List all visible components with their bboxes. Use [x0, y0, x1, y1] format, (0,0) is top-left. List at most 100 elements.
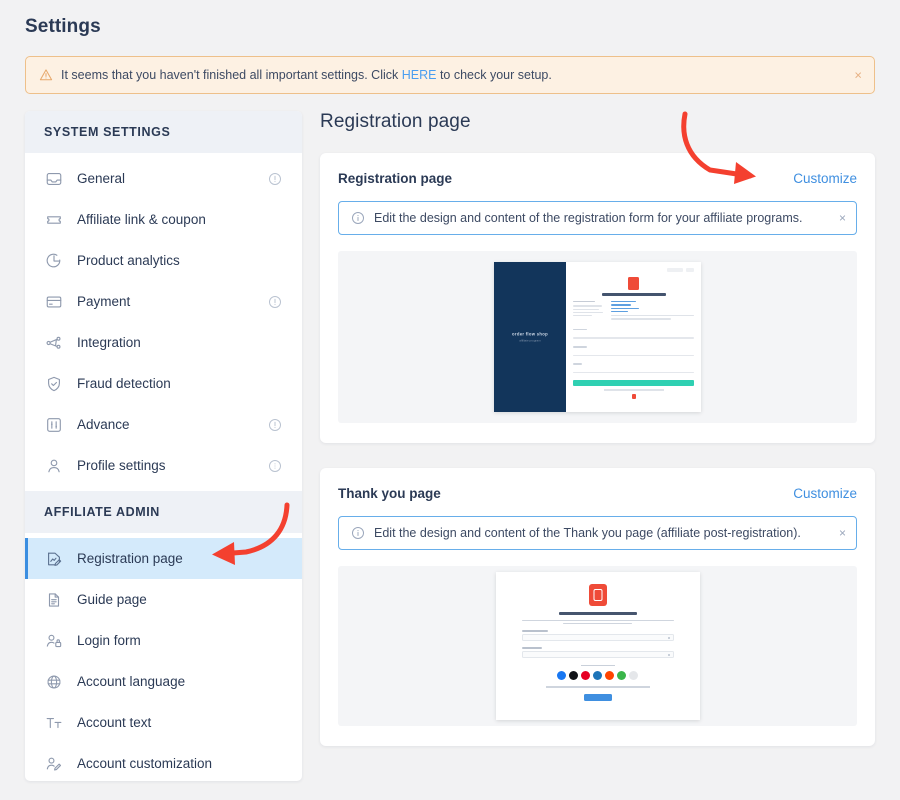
- sidebar-item-advance[interactable]: Advance: [25, 404, 302, 445]
- main-title: Registration page: [320, 111, 471, 132]
- close-icon[interactable]: ×: [839, 212, 846, 224]
- user-lock-icon: [44, 631, 63, 650]
- sidebar-item-label: Payment: [77, 294, 131, 309]
- card-title: Registration page: [338, 171, 453, 186]
- preview-submit-button: [573, 380, 694, 387]
- thank-you-page-card: Thank you page Customize Edit the design…: [320, 468, 875, 746]
- card-header: Registration page Customize: [338, 171, 857, 186]
- alert-here-link[interactable]: HERE: [402, 68, 437, 82]
- sidebar-item-profile-settings[interactable]: Profile settings: [25, 445, 302, 486]
- warning-triangle-icon: [39, 68, 53, 82]
- info-circle-icon[interactable]: [268, 418, 282, 432]
- pie-chart-icon: [44, 251, 63, 270]
- sidebar-item-label: Guide page: [77, 592, 147, 607]
- sidebar-item-general[interactable]: General: [25, 158, 302, 199]
- registration-preview-image: order flow shop affiliate program: [494, 262, 701, 412]
- sidebar-item-payment[interactable]: Payment: [25, 281, 302, 322]
- sidebar-item-integration[interactable]: Integration: [25, 322, 302, 363]
- incomplete-settings-alert: It seems that you haven't finished all i…: [25, 56, 875, 94]
- registration-page-card: Registration page Customize Edit the des…: [320, 153, 875, 443]
- sidebar-item-account-customization[interactable]: Account customization: [25, 743, 302, 781]
- sidebar-item-label: Account language: [77, 674, 186, 689]
- sidebar-item-product-analytics[interactable]: Product analytics: [25, 240, 302, 281]
- sidebar-section-system-settings: SYSTEM SETTINGS: [25, 111, 302, 153]
- note-text: Edit the design and content of the Thank…: [374, 526, 801, 540]
- sidebar-item-login-form[interactable]: Login form: [25, 620, 302, 661]
- ticket-icon: [44, 210, 63, 229]
- sliders-box-icon: [44, 415, 63, 434]
- preview-brand-panel: order flow shop affiliate program: [494, 262, 566, 412]
- main-content: Registration page Registration page Cust…: [320, 111, 875, 771]
- preview-cta-button: [583, 693, 612, 701]
- facebook-icon: [557, 671, 566, 681]
- sidebar-item-account-text[interactable]: Account text: [25, 702, 302, 743]
- info-circle-icon[interactable]: [268, 172, 282, 186]
- preview-logo: [628, 277, 639, 290]
- preview-coupon-code-field: [521, 650, 674, 658]
- sidebar-item-label: Fraud detection: [77, 376, 171, 391]
- customize-link[interactable]: Customize: [793, 171, 857, 186]
- shield-check-icon: [44, 374, 63, 393]
- preview-form-panel: [566, 262, 701, 412]
- linkedin-icon: [593, 671, 602, 681]
- close-icon[interactable]: ×: [839, 527, 846, 539]
- customize-link[interactable]: Customize: [793, 486, 857, 501]
- nodes-network-icon: [44, 333, 63, 352]
- settings-sidebar: SYSTEM SETTINGS General Affiliate link &…: [25, 111, 302, 781]
- sidebar-item-label: Product analytics: [77, 253, 180, 268]
- sidebar-item-label: General: [77, 171, 126, 186]
- info-circle-icon[interactable]: [268, 295, 282, 309]
- thank-you-preview-image: [495, 572, 700, 720]
- file-lines-icon: [44, 590, 63, 609]
- user-icon: [44, 456, 63, 475]
- sidebar-item-affiliate-link-coupon[interactable]: Affiliate link & coupon: [25, 199, 302, 240]
- sidebar-item-label: Profile settings: [77, 458, 166, 473]
- preview-brand-name: order flow shop: [512, 331, 548, 337]
- x-twitter-icon: [569, 671, 578, 681]
- thank-you-info-note: Edit the design and content of the Thank…: [338, 516, 857, 550]
- card-title: Thank you page: [338, 486, 441, 501]
- sidebar-item-label: Login form: [77, 633, 141, 648]
- inbox-tray-icon: [44, 169, 63, 188]
- info-circle-icon[interactable]: [268, 459, 282, 473]
- sidebar-item-label: Account customization: [77, 756, 213, 771]
- preview-topbar: [573, 268, 694, 272]
- pinterest-icon: [581, 671, 590, 681]
- sidebar-item-fraud-detection[interactable]: Fraud detection: [25, 363, 302, 404]
- info-circle-icon: [351, 526, 365, 540]
- preview-left-column: [573, 301, 605, 322]
- user-pencil-icon: [44, 754, 63, 773]
- sidebar-item-account-language[interactable]: Account language: [25, 661, 302, 702]
- sidebar-item-registration-page[interactable]: Registration page: [25, 538, 302, 579]
- page-title: Settings: [25, 16, 101, 37]
- more-share-icon: [629, 671, 638, 681]
- sidebar-item-guide-page[interactable]: Guide page: [25, 579, 302, 620]
- sidebar-item-label: Registration page: [77, 551, 183, 566]
- sidebar-section-affiliate-admin: AFFILIATE ADMIN: [25, 491, 302, 533]
- alert-text-before: It seems that you haven't finished all i…: [61, 67, 402, 82]
- preview-columns: [573, 301, 694, 322]
- card-header: Thank you page Customize: [338, 486, 857, 501]
- thank-you-page-preview[interactable]: [338, 566, 857, 726]
- preview-affiliate-link-field: [521, 633, 674, 641]
- sidebar-item-label: Advance: [77, 417, 130, 432]
- globe-icon: [44, 672, 63, 691]
- preview-heading: [558, 612, 637, 615]
- preview-heading: [601, 293, 666, 296]
- preview-brand: order flow shop affiliate program: [494, 332, 566, 343]
- sidebar-item-label: Account text: [77, 715, 152, 730]
- registration-info-note: Edit the design and content of the regis…: [338, 201, 857, 235]
- note-text: Edit the design and content of the regis…: [374, 211, 803, 225]
- alert-close-icon[interactable]: ×: [854, 69, 862, 82]
- preview-logo: [588, 584, 607, 606]
- alert-message: It seems that you haven't finished all i…: [61, 69, 552, 82]
- sidebar-item-label: Affiliate link & coupon: [77, 212, 206, 227]
- credit-card-icon: [44, 292, 63, 311]
- reddit-icon: [605, 671, 614, 681]
- preview-footer-logo: [631, 393, 636, 399]
- preview-social-icons: [522, 671, 674, 681]
- registration-page-preview[interactable]: order flow shop affiliate program: [338, 251, 857, 423]
- document-edit-icon: [44, 549, 63, 568]
- info-circle-icon: [351, 211, 365, 225]
- text-format-icon: [44, 713, 63, 732]
